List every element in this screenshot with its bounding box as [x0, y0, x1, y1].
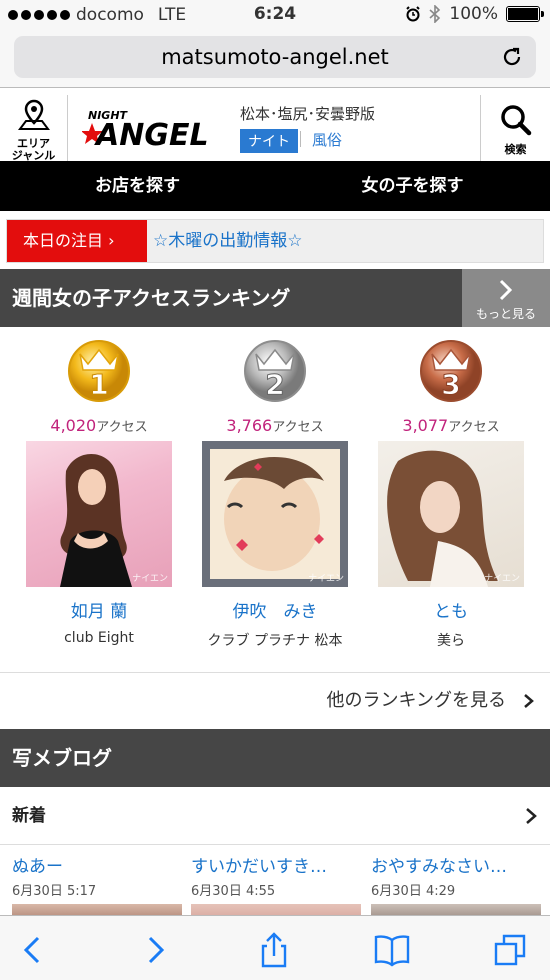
- tag-fuzoku[interactable]: 風俗: [312, 129, 342, 150]
- tabs-icon[interactable]: [490, 930, 530, 970]
- blog-item-date: 6月30日 4:55: [191, 884, 276, 899]
- ranking-item-3[interactable]: 3 3,077アクセス ナイエン とも 美ら: [376, 330, 526, 650]
- battery-percent: 100%: [449, 4, 498, 24]
- girl-name[interactable]: 伊吹 みき: [200, 597, 350, 622]
- other-rankings-link[interactable]: 他のランキングを見る: [0, 672, 550, 728]
- blog-item-title[interactable]: おやすみなさい…: [371, 852, 543, 877]
- search-button[interactable]: 検索: [480, 95, 550, 161]
- forward-icon[interactable]: [134, 930, 174, 970]
- bluetooth-icon: [429, 5, 441, 23]
- nav-find-girl[interactable]: 女の子を探す: [275, 161, 550, 211]
- other-rankings-label: 他のランキングを見る: [326, 690, 506, 711]
- shop-name: club Eight: [64, 630, 134, 646]
- girl-name[interactable]: とも: [376, 597, 526, 622]
- access-count: 4,020アクセス: [50, 416, 148, 435]
- site-header: エリア ジャンル NIGHT ANGEL 松本･塩尻･安曇野版 ナイト 風俗 検索: [0, 95, 550, 162]
- site-logo[interactable]: NIGHT ANGEL: [81, 105, 232, 153]
- shop-name: クラブ プラチナ 松本: [207, 633, 343, 649]
- blog-item-date: 6月30日 4:29: [371, 884, 456, 899]
- tag-night[interactable]: ナイト: [240, 129, 298, 153]
- chevron-right-icon: [499, 279, 513, 301]
- blog-new-row[interactable]: 新着: [0, 787, 550, 845]
- girl-photo[interactable]: ナイエン: [202, 441, 348, 587]
- notice-badge: 本日の注目 ›: [7, 220, 147, 262]
- area-label: エリア ジャンル: [11, 137, 56, 162]
- battery-icon: [506, 6, 544, 22]
- share-icon[interactable]: [254, 930, 294, 970]
- search-icon: [500, 105, 531, 136]
- blog-item-date: 6月30日 5:17: [12, 884, 97, 899]
- main-nav: お店を探す 女の子を探す: [0, 161, 550, 211]
- blog-item-title[interactable]: ぬあー: [12, 852, 184, 877]
- status-bar: docomo LTE 6:24 100%: [0, 0, 550, 30]
- url-text[interactable]: matsumoto-angel.net: [14, 45, 536, 69]
- nav-find-shop[interactable]: お店を探す: [0, 161, 275, 211]
- ranking-header: 週間女の子アクセスランキング もっと見る: [0, 269, 550, 327]
- shop-name: 美ら: [437, 633, 465, 649]
- blog-title: 写メブログ: [12, 746, 112, 770]
- svg-text:3: 3: [441, 368, 460, 401]
- ranking-more-button[interactable]: もっと見る: [462, 269, 550, 327]
- reload-icon[interactable]: [500, 45, 524, 69]
- notice-message[interactable]: ☆木曜の出勤情報☆: [153, 220, 302, 262]
- chevron-right-icon: [526, 808, 537, 824]
- access-count: 3,077アクセス: [402, 416, 500, 435]
- address-bar[interactable]: matsumoto-angel.net: [14, 36, 536, 78]
- ranking-item-1[interactable]: 1 4,020アクセス ナイエン 如月 蘭 club Eight: [24, 330, 174, 646]
- photo-watermark: ナイエン: [308, 574, 344, 584]
- browser-toolbar: [0, 915, 550, 980]
- girl-photo[interactable]: ナイエン: [378, 441, 524, 587]
- region-label: 松本･塩尻･安曇野版: [240, 105, 376, 123]
- blog-item-title[interactable]: すいかだいすき…: [191, 852, 363, 877]
- svg-text:1: 1: [89, 368, 108, 401]
- photo-watermark: ナイエン: [132, 574, 168, 584]
- new-label: 新着: [12, 806, 46, 826]
- bookmarks-icon[interactable]: [372, 930, 412, 970]
- notice-banner[interactable]: 本日の注目 › ☆木曜の出勤情報☆: [6, 219, 544, 263]
- svg-text:ANGEL: ANGEL: [94, 118, 209, 151]
- browser-address-area: matsumoto-angel.net: [0, 30, 550, 88]
- chevron-right-icon: [524, 694, 534, 708]
- search-label: 検索: [504, 143, 527, 156]
- silver-crown-medal-icon: 2: [244, 340, 306, 402]
- svg-text:2: 2: [265, 368, 284, 401]
- area-genre-button[interactable]: エリア ジャンル: [0, 95, 68, 162]
- gold-crown-medal-icon: 1: [68, 340, 130, 402]
- back-icon[interactable]: [14, 930, 54, 970]
- girl-name[interactable]: 如月 蘭: [24, 597, 174, 622]
- more-label: もっと見る: [475, 307, 536, 321]
- location-pin-icon: [17, 99, 50, 130]
- ranking-title: 週間女の子アクセスランキング: [12, 286, 291, 310]
- bronze-crown-medal-icon: 3: [420, 340, 482, 402]
- ranking-item-2[interactable]: 2 3,766アクセス ナイエン 伊吹 みき クラブ プラチナ 松本: [200, 330, 350, 650]
- alarm-icon: [406, 6, 421, 22]
- photo-watermark: ナイエン: [484, 574, 520, 584]
- access-count: 3,766アクセス: [226, 416, 324, 435]
- blog-header: 写メブログ: [0, 729, 550, 787]
- tag-separator: [300, 131, 301, 147]
- girl-photo[interactable]: ナイエン: [26, 441, 172, 587]
